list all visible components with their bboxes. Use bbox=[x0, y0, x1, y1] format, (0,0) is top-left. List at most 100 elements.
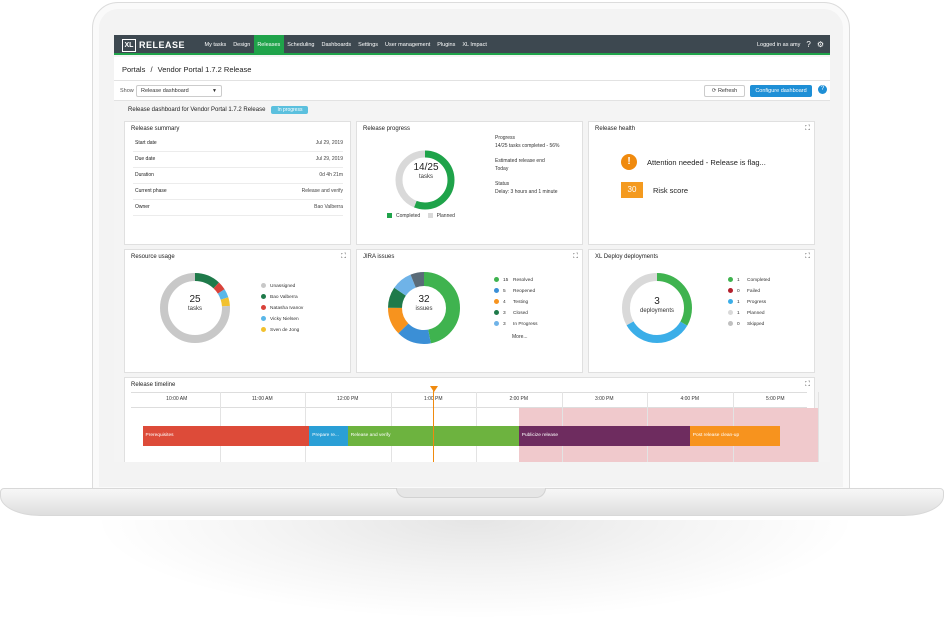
legend-label: Reopened bbox=[513, 288, 536, 294]
legend-item: 4 Testing bbox=[494, 299, 528, 305]
expand-icon[interactable]: ⛶ bbox=[805, 253, 810, 261]
legend-count: 3 bbox=[503, 310, 506, 316]
legend-count: 4 bbox=[503, 299, 506, 305]
resource-center-label: tasks bbox=[187, 306, 202, 312]
summary-row: Due date Jul 29, 2019 bbox=[133, 152, 343, 168]
legend-item: Vicky Nielsen bbox=[261, 316, 299, 322]
timeline-phase-bar[interactable]: Publicize release bbox=[518, 426, 690, 446]
nav-item-my-tasks[interactable]: My tasks bbox=[201, 35, 230, 55]
nav-item-dashboards[interactable]: Dashboards bbox=[318, 35, 355, 55]
configure-dashboard-button[interactable]: Configure dashboard bbox=[750, 85, 812, 97]
progress-center-value: 14/25 bbox=[413, 162, 439, 173]
legend-label: Bao Valberra bbox=[270, 294, 298, 300]
more-link[interactable]: More... bbox=[512, 334, 528, 340]
release-summary-panel: Release summary Start date Jul 29, 2019 Du… bbox=[124, 121, 351, 245]
timeline-phase-bar[interactable]: Prepare re... bbox=[309, 426, 348, 446]
deploy-center-label: deployments bbox=[639, 308, 675, 314]
release-progress-panel: Release progress 14/25 tasks Completed P… bbox=[356, 121, 583, 245]
logo-name: RELEASE bbox=[139, 40, 186, 50]
panel-title: XL Deploy deployments bbox=[595, 254, 659, 260]
summary-value: 0d 4h 21m bbox=[319, 172, 343, 178]
panel-title: Release summary bbox=[131, 126, 180, 132]
logo-mark: XL bbox=[122, 38, 136, 52]
nav-item-xl-impact[interactable]: XL Impact bbox=[459, 35, 491, 55]
legend-count: 15 bbox=[503, 277, 509, 283]
timeline-tick: 5:00 PM bbox=[765, 396, 785, 402]
refresh-button[interactable]: ⟳ Refresh bbox=[704, 85, 745, 97]
breadcrumb-current: Vendor Portal 1.7.2 Release bbox=[157, 65, 252, 74]
dashboard-toolbar: Show Release dashboard ▼ ⟳ Refresh Confi… bbox=[114, 81, 830, 101]
legend-label: Completed bbox=[747, 277, 771, 283]
legend-dot bbox=[261, 316, 266, 321]
refresh-label: Refresh bbox=[717, 88, 738, 94]
timeline-phase-bar[interactable]: Prerequisites bbox=[142, 426, 310, 446]
legend-label: Unassigned bbox=[270, 283, 296, 289]
resource-center-value: 25 bbox=[189, 294, 201, 305]
timeline-tick: 10:00 AM bbox=[166, 396, 188, 402]
expand-icon[interactable]: ⛶ bbox=[805, 125, 810, 133]
resource-usage-panel: Resource usage ⛶ 25 tasks Unassigned Bao … bbox=[124, 249, 351, 373]
status-heading: Status bbox=[495, 181, 510, 187]
chevron-down-icon: ▼ bbox=[212, 88, 217, 94]
panel-title: Release timeline bbox=[131, 382, 176, 388]
legend-item: 0 Skipped bbox=[728, 321, 764, 327]
nav-item-design[interactable]: Design bbox=[230, 35, 254, 55]
legend-dot bbox=[261, 294, 266, 299]
breadcrumb-root[interactable]: Portals bbox=[122, 65, 145, 74]
legend-item: 1 Completed bbox=[728, 277, 770, 283]
legend-dot bbox=[728, 321, 733, 326]
app-logo[interactable]: XL RELEASE bbox=[122, 38, 185, 52]
dashboard-select[interactable]: Release dashboard ▼ bbox=[136, 85, 222, 97]
summary-row: Current phase Release and verify bbox=[133, 184, 343, 200]
expand-icon[interactable]: ⛶ bbox=[805, 381, 810, 389]
legend-item: Bao Valberra bbox=[261, 294, 298, 300]
legend-dot bbox=[494, 299, 499, 304]
legend-label: Progress bbox=[747, 299, 767, 305]
legend-dot bbox=[261, 305, 266, 310]
nav-item-plugins[interactable]: Plugins bbox=[434, 35, 459, 55]
legend-dot bbox=[494, 321, 499, 326]
help-icon[interactable]: ? bbox=[806, 35, 810, 55]
risk-score-value: 30 bbox=[621, 182, 643, 198]
app-screen: XL RELEASE My tasks Design Releases Schedul… bbox=[114, 35, 830, 462]
legend-count: 1 bbox=[737, 310, 740, 316]
summary-key: Duration bbox=[135, 172, 154, 178]
panel-title: JIRA issues bbox=[363, 254, 395, 260]
legend-count: 1 bbox=[737, 277, 740, 283]
legend-dot bbox=[728, 310, 733, 315]
legend-swatch-completed bbox=[387, 213, 392, 219]
nav-item-user-management[interactable]: User management bbox=[382, 35, 434, 55]
help-icon[interactable]: ? bbox=[818, 85, 827, 94]
summary-value: Jul 29, 2019 bbox=[315, 140, 343, 146]
timeline-phase-bar[interactable]: Post release clean-up bbox=[689, 426, 780, 446]
summary-row: Owner Bao Valberra bbox=[133, 200, 343, 216]
legend-swatch-planned bbox=[427, 213, 433, 219]
panel-title: Release progress bbox=[363, 126, 411, 132]
legend-dot bbox=[494, 288, 499, 293]
legend-item: 3 Closed bbox=[494, 310, 528, 316]
logged-in-user[interactable]: Logged in as amy bbox=[757, 42, 800, 48]
legend-dot bbox=[261, 283, 266, 288]
legend-label: Vicky Nielsen bbox=[270, 316, 299, 322]
end-value: Today bbox=[495, 166, 509, 172]
current-time-line bbox=[433, 390, 435, 462]
legend-label: In Progress bbox=[513, 321, 538, 327]
nav-item-scheduling[interactable]: Scheduling bbox=[284, 35, 318, 55]
legend-item: Sven de Jong bbox=[261, 327, 299, 333]
summary-key: Current phase bbox=[135, 188, 167, 194]
breadcrumb: Portals / Vendor Portal 1.7.2 Release bbox=[122, 65, 251, 74]
warning-icon: ! bbox=[621, 154, 637, 170]
gear-icon[interactable]: ⚙ bbox=[817, 35, 824, 55]
expand-icon[interactable]: ⛶ bbox=[341, 253, 346, 261]
release-timeline-panel: Release timeline ⛶ 10:00 AM 11:00 AM 12:00… bbox=[124, 377, 819, 462]
nav-right: Logged in as amy ? ⚙ bbox=[757, 35, 824, 55]
summary-value: Bao Valberra bbox=[314, 204, 343, 210]
expand-icon[interactable]: ⛶ bbox=[573, 253, 578, 261]
timeline-header: 10:00 AM 11:00 AM 12:00 PM 1:00 PM 2:00 PM 3:… bbox=[131, 392, 807, 408]
status-badge: In progress bbox=[271, 106, 309, 114]
nav-item-settings[interactable]: Settings bbox=[355, 35, 382, 55]
summary-row: Duration 0d 4h 21m bbox=[133, 168, 343, 184]
legend-label: Closed bbox=[513, 310, 528, 316]
release-health-panel: Release health ⛶ ! Attention needed - Re… bbox=[588, 121, 815, 245]
nav-item-releases[interactable]: Releases bbox=[253, 35, 284, 55]
